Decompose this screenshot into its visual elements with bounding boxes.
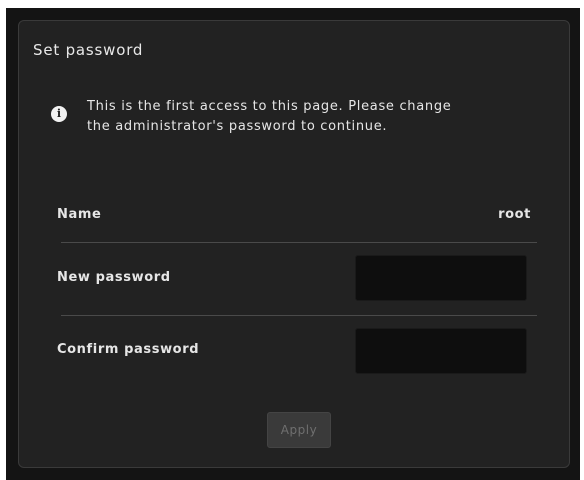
name-value: root (498, 207, 531, 222)
info-icon: i (51, 106, 67, 122)
new-password-label: New password (57, 270, 171, 285)
notice-text: This is the first access to this page. P… (87, 99, 452, 134)
confirm-password-label: Confirm password (57, 342, 200, 357)
divider (61, 315, 537, 316)
apply-button[interactable]: Apply (267, 412, 331, 448)
confirm-password-input[interactable] (355, 328, 527, 374)
dialog-title: Set password (33, 41, 144, 59)
set-password-dialog: Set password i This is the first access … (18, 20, 570, 468)
divider (61, 242, 537, 243)
new-password-input[interactable] (355, 255, 527, 301)
name-label: Name (57, 207, 102, 222)
page-frame: Set password i This is the first access … (6, 8, 580, 480)
